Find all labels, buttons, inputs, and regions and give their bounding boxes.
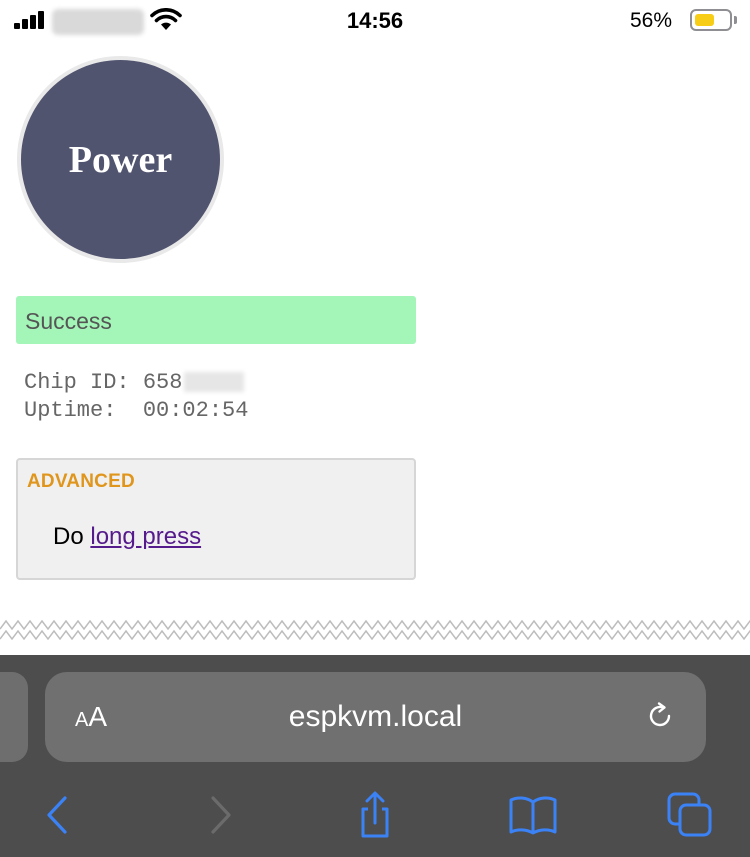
uptime-label: Uptime:	[24, 398, 117, 423]
browser-toolbar	[0, 780, 750, 850]
power-button-face: Power	[21, 60, 220, 259]
long-press-link[interactable]: long press	[90, 523, 201, 550]
forward-icon	[211, 796, 231, 834]
power-button[interactable]: Power	[17, 56, 224, 263]
chip-id-value: 658	[142, 370, 183, 395]
bookmarks-icon	[509, 796, 557, 835]
back-icon	[47, 796, 67, 834]
previous-tab-stub[interactable]	[0, 672, 28, 762]
chip-id-redacted	[184, 372, 245, 393]
share-button[interactable]	[350, 790, 400, 840]
share-icon	[361, 791, 389, 838]
advanced-text: Do long press	[53, 523, 201, 551]
back-button[interactable]	[33, 790, 83, 840]
browser-bottom-bar: AA espkvm.local	[0, 655, 750, 857]
power-button-label: Power	[68, 138, 173, 181]
battery-level-fill	[695, 14, 714, 26]
uptime-value: 00:02:54	[142, 398, 249, 423]
status-bar: 14:56 56%	[0, 0, 750, 44]
reload-icon[interactable]	[643, 699, 677, 733]
battery-icon	[690, 9, 732, 31]
address-bar[interactable]: AA espkvm.local	[45, 672, 706, 762]
status-message: Success	[16, 296, 416, 344]
tabs-icon	[667, 792, 712, 837]
chip-id-label: Chip ID:	[24, 370, 130, 395]
bookmarks-button[interactable]	[508, 790, 558, 840]
device-info: Chip ID: 658 Uptime: 00:02:54	[24, 369, 248, 425]
advanced-prefix: Do	[53, 523, 84, 550]
advanced-title: ADVANCED	[27, 471, 135, 492]
tabs-button[interactable]	[665, 790, 715, 840]
battery-cap	[734, 16, 737, 24]
advanced-panel: ADVANCED Do long press	[16, 458, 416, 580]
battery-percentage: 56%	[630, 9, 673, 32]
page-edge-zigzag	[0, 619, 750, 641]
forward-button[interactable]	[195, 790, 245, 840]
url-text: espkvm.local	[288, 700, 463, 733]
